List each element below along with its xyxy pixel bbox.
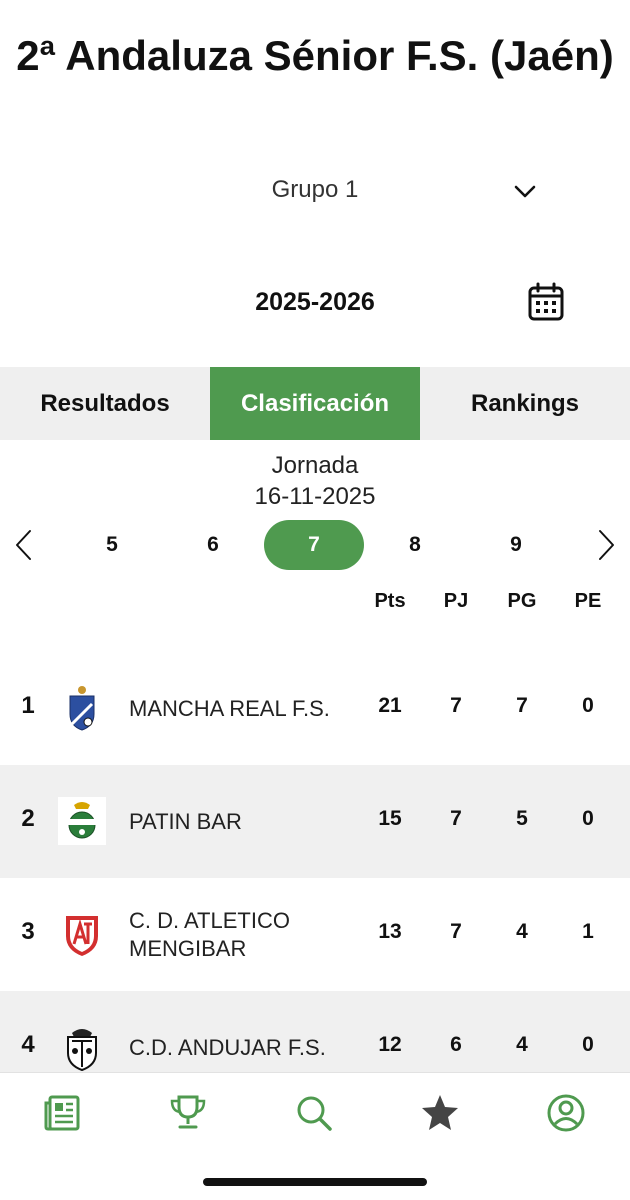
cell-pts: 21: [378, 694, 402, 717]
round-7-selected[interactable]: 7: [264, 520, 364, 570]
cell-pj: 7: [450, 920, 462, 943]
season-select[interactable]: 2025-2026: [0, 278, 630, 328]
cell-pts: 15: [378, 807, 402, 830]
team-name: C. D. ATLETICO MENGIBAR: [129, 907, 290, 961]
tab-resultados[interactable]: Resultados: [0, 367, 210, 440]
cell-pg: 5: [516, 807, 528, 830]
row-position: 4: [21, 1031, 35, 1058]
column-pg[interactable]: PG: [492, 590, 552, 613]
cell-pts: 13: [378, 920, 402, 943]
team-name: PATIN BAR: [129, 808, 242, 834]
table-header: Pts PJ PG PE: [0, 588, 630, 618]
standings-table: 1 MANCHA REAL F.S. 21 7 7 0 2 PATIN BAR …: [0, 652, 630, 1072]
chevron-right-icon[interactable]: [594, 528, 618, 562]
cell-pg: 4: [516, 920, 528, 943]
table-row[interactable]: 2 PATIN BAR 15 7 5 0: [0, 765, 630, 878]
table-row[interactable]: 4 C.D. ANDUJAR F.S. 12 6 4 0: [0, 991, 630, 1072]
jornada-date: 16-11-2025: [254, 483, 376, 510]
chevron-left-icon[interactable]: [12, 528, 36, 562]
trophy-icon[interactable]: [168, 1093, 208, 1133]
group-select[interactable]: Grupo 1: [0, 168, 630, 214]
round-9[interactable]: 9: [466, 520, 566, 570]
round-5[interactable]: 5: [62, 520, 162, 570]
table-row[interactable]: 1 MANCHA REAL F.S. 21 7 7 0: [0, 652, 630, 765]
row-position: 2: [21, 805, 35, 832]
round-8[interactable]: 8: [365, 520, 465, 570]
star-icon[interactable]: [420, 1093, 460, 1133]
tab-bar: Resultados Clasificación Rankings: [0, 367, 630, 440]
team-crest-icon: [66, 916, 98, 956]
tab-rankings[interactable]: Rankings: [420, 367, 630, 440]
cell-pe: 0: [582, 807, 594, 830]
chevron-down-icon[interactable]: [512, 178, 538, 204]
cell-pj: 6: [450, 1033, 462, 1056]
row-position: 1: [21, 692, 35, 719]
team-crest-icon: [67, 1029, 97, 1071]
cell-pe: 0: [582, 694, 594, 717]
cell-pts: 12: [378, 1033, 402, 1056]
profile-icon[interactable]: [546, 1093, 586, 1133]
team-crest-icon: [69, 686, 95, 731]
cell-pg: 7: [516, 694, 528, 717]
cell-pe: 1: [582, 920, 594, 943]
page-title: 2ª Andaluza Sénior F.S. (Jaén): [16, 32, 614, 79]
team-name: C.D. ANDUJAR F.S.: [129, 1034, 326, 1060]
cell-pg: 4: [516, 1033, 528, 1056]
table-row[interactable]: 3 C. D. ATLETICO MENGIBAR 13 7 4 1: [0, 878, 630, 991]
cell-pj: 7: [450, 807, 462, 830]
jornada-label: Jornada: [271, 452, 359, 479]
team-name: MANCHA REAL F.S.: [129, 695, 330, 721]
cell-pj: 7: [450, 694, 462, 717]
round-6[interactable]: 6: [163, 520, 263, 570]
home-indicator[interactable]: [203, 1178, 427, 1186]
jornada-info: Jornada 16-11-2025: [0, 450, 630, 512]
round-selector: 5 6 7 8 9: [0, 520, 630, 570]
calendar-icon[interactable]: [527, 282, 565, 322]
tab-clasificacion[interactable]: Clasificación: [210, 367, 420, 440]
team-crest-icon: [58, 797, 106, 845]
cell-pe: 0: [582, 1033, 594, 1056]
search-icon[interactable]: [294, 1093, 334, 1133]
season-value: 2025-2026: [255, 288, 375, 316]
news-icon[interactable]: [43, 1093, 83, 1133]
column-pts[interactable]: Pts: [360, 590, 420, 613]
column-pj[interactable]: PJ: [426, 590, 486, 613]
row-position: 3: [21, 918, 35, 945]
column-pe[interactable]: PE: [558, 590, 618, 613]
